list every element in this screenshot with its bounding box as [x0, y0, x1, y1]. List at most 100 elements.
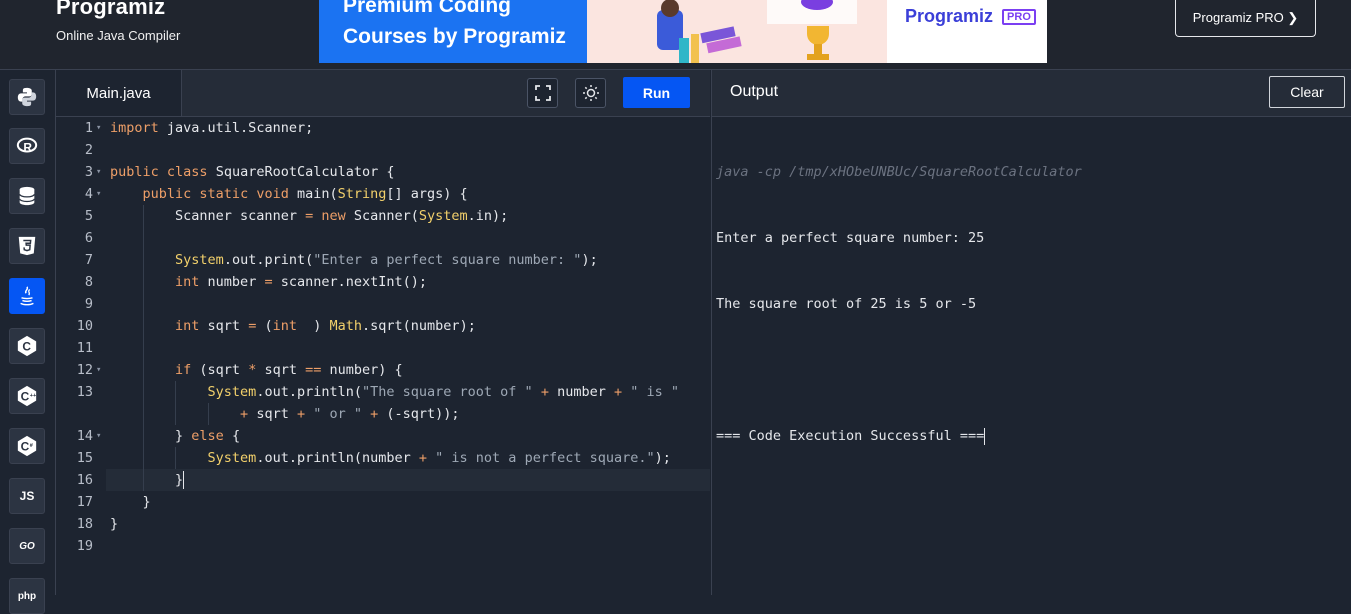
code-token: .out.println(number: [256, 450, 419, 466]
code-token: +: [296, 406, 306, 422]
code-line[interactable]: + sqrt + " or " + (-sqrt));: [56, 403, 710, 425]
output-title: Output: [730, 83, 779, 100]
line-number: 7: [84, 252, 93, 268]
code-line[interactable]: 17 }: [56, 491, 710, 513]
code-line[interactable]: 3 ▾ public class SquareRootCalculator {: [56, 161, 710, 183]
code-line[interactable]: 18}: [56, 513, 710, 535]
line-number: 9: [84, 296, 93, 312]
code-line[interactable]: 10 int sqrt = (int ) Math.sqrt(number);: [56, 315, 710, 337]
output-line-final: === Code Execution Successful ===: [716, 425, 1082, 447]
database-icon[interactable]: [9, 178, 45, 214]
code-line[interactable]: 5 Scanner scanner = new Scanner(System.i…: [56, 205, 710, 227]
code-token: +: [240, 406, 249, 422]
code-token: (sqrt: [191, 362, 249, 378]
output-success-text: === Code Execution Successful ===: [716, 428, 985, 444]
illustration-graphic: [657, 0, 857, 63]
code-token: " is ": [622, 384, 680, 400]
fold-arrow-icon[interactable]: ▾: [96, 359, 101, 381]
theme-toggle-sun-icon[interactable]: [575, 78, 606, 108]
line-number: 13: [76, 384, 93, 400]
indent-guide: [142, 337, 144, 359]
fold-arrow-icon[interactable]: ▾: [96, 161, 101, 183]
code-token: else: [191, 428, 224, 444]
run-button[interactable]: Run: [623, 77, 690, 108]
line-number: 2: [84, 142, 93, 158]
code-token: sqrt: [199, 318, 249, 334]
code-line[interactable]: 14 ▾ } else {: [56, 425, 710, 447]
indent-guide: [142, 447, 144, 469]
code-line[interactable]: 1 ▾ import java.util.Scanner;: [56, 117, 710, 139]
code-token: main(: [288, 186, 338, 202]
go-icon[interactable]: GO: [9, 528, 45, 564]
code-token: Scanner(: [345, 208, 419, 224]
code-line[interactable]: 19: [56, 535, 710, 557]
php-icon[interactable]: php: [9, 578, 45, 614]
banner-pro-logo: Programiz PRO: [887, 0, 1047, 63]
js-icon[interactable]: JS: [9, 478, 45, 514]
promo-banner[interactable]: Premium Coding Courses by Programiz Prog…: [319, 0, 1047, 63]
python-icon[interactable]: [9, 79, 45, 115]
code-line[interactable]: 4 ▾ public static void main(String[] args…: [56, 183, 710, 205]
file-tab-main-java[interactable]: Main.java: [56, 70, 182, 116]
fold-arrow-icon[interactable]: ▾: [96, 117, 101, 139]
code-line[interactable]: 11: [56, 337, 710, 359]
fold-arrow-icon[interactable]: ▾: [96, 183, 101, 205]
programiz-pro-button[interactable]: Programiz PRO ❯: [1175, 0, 1316, 37]
r-icon[interactable]: R: [9, 128, 45, 164]
code-token: void: [248, 186, 289, 202]
code-token: int: [272, 318, 297, 334]
brand-logo[interactable]: Programiz: [56, 0, 165, 20]
code-token: number: [199, 274, 265, 290]
code-line[interactable]: 8 int number = scanner.nextInt();: [56, 271, 710, 293]
line-number: 19: [76, 538, 93, 554]
code-token: );: [654, 450, 671, 466]
line-number: 18: [76, 516, 93, 532]
code-token: }: [175, 428, 192, 444]
code-line[interactable]: 15 System.out.println(number + " is not …: [56, 447, 710, 469]
php-icon-label: php: [17, 590, 37, 602]
indent-guide: [142, 469, 144, 491]
code-token: .out.println(: [256, 384, 362, 400]
c-icon[interactable]: C: [9, 328, 45, 364]
line-number: 15: [76, 450, 93, 466]
code-text: }: [106, 469, 710, 491]
code-line[interactable]: 12 ▾ if (sqrt * sqrt == number) {: [56, 359, 710, 381]
code-text: import java.util.Scanner;: [106, 117, 710, 139]
code-line[interactable]: 9: [56, 293, 710, 315]
code-token: }: [142, 494, 151, 510]
code-line[interactable]: 16 }: [56, 469, 710, 491]
code-text: if (sqrt * sqrt == number) {: [106, 359, 710, 381]
fold-arrow-icon[interactable]: ▾: [96, 425, 101, 447]
csharp-icon[interactable]: C #: [9, 428, 45, 464]
svg-text:++: ++: [30, 393, 36, 399]
fullscreen-icon[interactable]: [527, 78, 558, 108]
output-console[interactable]: java -cp /tmp/xHObeUNBUc/SquareRootCalcu…: [716, 117, 1082, 491]
java-icon[interactable]: [9, 278, 45, 314]
code-token: sqrt: [248, 406, 297, 422]
code-line[interactable]: 13 System.out.println("The square root o…: [56, 381, 710, 403]
code-text: public static void main(String[] args) {: [106, 183, 710, 205]
indent-guide: [207, 403, 209, 425]
code-token: =: [264, 274, 273, 290]
html5-icon[interactable]: [9, 228, 45, 264]
code-token: .sqrt(number);: [362, 318, 476, 334]
code-token: .out.print(: [223, 252, 314, 268]
cpp-icon[interactable]: C ++: [9, 378, 45, 414]
code-line[interactable]: 7 System.out.print("Enter a perfect squa…: [56, 249, 710, 271]
indent-guide: [142, 381, 144, 403]
brand-name[interactable]: Programiz: [56, 0, 165, 19]
svg-text:#: #: [30, 443, 33, 449]
code-token: scanner.nextInt();: [272, 274, 428, 290]
indent-guide: [142, 227, 144, 249]
code-editor-panel: Main.java Run 1 ▾ import java.util.Scanner…: [56, 70, 710, 595]
clear-button[interactable]: Clear: [1269, 76, 1345, 108]
indent-guide: [175, 447, 177, 469]
line-number: 14: [76, 428, 93, 444]
indent-guide: [175, 403, 177, 425]
code-area[interactable]: 1 ▾ import java.util.Scanner; 2 3 ▾ public cla…: [56, 117, 710, 595]
output-line: Enter a perfect square number: 25: [716, 230, 985, 246]
code-token: int: [175, 318, 200, 334]
code-line[interactable]: 2: [56, 139, 710, 161]
code-line[interactable]: 6: [56, 227, 710, 249]
